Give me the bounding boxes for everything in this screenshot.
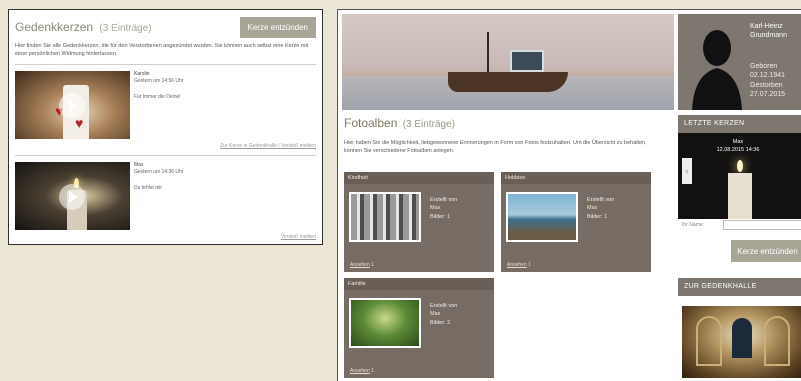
hall-header[interactable]: ZUR GEDENKHALLE <box>678 278 801 296</box>
candle-message: Du fehlst mir <box>134 184 163 191</box>
last-candle-time: 12.08.2015 14:36 <box>716 147 760 153</box>
candle-details: Karolin Gestern um 14:56 Uhr Für immer d… <box>130 71 183 139</box>
name-label: Ihr Name: <box>682 222 704 228</box>
candle-video-thumbnail[interactable]: ♥ ♥ <box>15 71 130 140</box>
album-footer: Ansehen 1 <box>350 262 374 268</box>
deceased-first-name: Karl-Heinz <box>750 23 783 30</box>
last-candle-slide[interactable]: Max 12.08.2015 14:36 <box>678 133 801 219</box>
born-label: Geboren <box>750 63 778 70</box>
album-author[interactable]: Max <box>430 310 457 318</box>
divider <box>15 155 316 157</box>
report-link[interactable]: Verstoß melden <box>281 143 316 149</box>
last-candle-author: Max <box>732 139 744 145</box>
died-date: 27.07.2015 <box>750 91 786 99</box>
boat-cabin <box>510 50 544 72</box>
album-footer: Ansehen 1 <box>507 262 531 268</box>
album-cover-image[interactable] <box>349 192 421 242</box>
albums-title: Fotoalben (3 Einträge) <box>344 116 455 130</box>
chevron-left-icon[interactable]: ‹ <box>682 158 692 184</box>
candle-message: Für immer die Deine! <box>134 93 181 100</box>
hall-arch <box>764 316 790 366</box>
album-title: Kindheit <box>344 172 494 184</box>
candle-entry: ♥ ♥ Karolin Gestern um 14:56 Uhr Für imm… <box>15 71 316 140</box>
report-link[interactable]: Verstoß melden <box>281 234 316 240</box>
album-title: Hobbies <box>501 172 651 184</box>
name-input[interactable] <box>723 220 801 230</box>
gallery-link[interactable]: Zur Kerze in Gedenkhalle <box>220 143 277 149</box>
pics-label: Bilder: <box>430 319 446 326</box>
deceased-last-name: Grundmann <box>750 32 787 40</box>
pics-count: 1 <box>447 213 451 220</box>
album-card[interactable]: Familie Erstellt von Max Bilder: 2 Anseh… <box>344 278 494 378</box>
albums-count: (3 Einträge) <box>402 119 455 130</box>
hall-door <box>732 318 752 358</box>
view-count: 1 <box>528 262 531 268</box>
view-link[interactable]: Ansehen <box>507 262 527 268</box>
pics-count: 1 <box>604 213 608 220</box>
album-cover-image[interactable] <box>349 298 421 348</box>
hall-box: ZUR GEDENKHALLE <box>678 278 801 296</box>
life-dates: Geboren 02.12.1941 Gestorben 27.07.2015 <box>750 62 785 100</box>
candle-time: Gestern um 14:36 Uhr <box>134 169 184 176</box>
last-candles-header: LETZTE KERZEN <box>678 115 801 133</box>
pics-label: Bilder: <box>587 213 603 220</box>
died-label: Gestorben <box>750 81 783 89</box>
view-count: 1 <box>371 262 374 268</box>
candle-image <box>728 173 752 219</box>
pics-count: 2 <box>447 319 451 326</box>
hall-arch <box>696 316 722 366</box>
candles-title: Gedenkkerzen (3 Einträge) <box>15 20 152 34</box>
candles-title-text: Gedenkkerzen <box>15 20 94 34</box>
albums-intro: Hier haben Sie die Möglichkeit, liebgewo… <box>344 140 647 154</box>
memorial-page: Karl-Heinz Grundmann Geboren 02.12.1941 … <box>337 9 801 381</box>
album-card[interactable]: Kindheit Erstellt von Max Bilder: 1 Anse… <box>344 172 494 272</box>
album-cover-image[interactable] <box>506 192 578 242</box>
album-meta: Erstellt von Max Bilder: 2 <box>430 302 457 327</box>
candle-links: Zur Kerze in Gedenkhalle | Verstoß melde… <box>15 143 316 149</box>
candle-entry: Max Gestern um 14:36 Uhr Du fehlst mir <box>15 162 316 231</box>
avatar-silhouette-icon <box>692 30 742 110</box>
view-count: 1 <box>371 368 374 374</box>
candles-header: Gedenkkerzen (3 Einträge) Kerze entzünde… <box>15 15 316 39</box>
boat-mast <box>487 32 489 74</box>
album-author[interactable]: Max <box>587 204 614 212</box>
last-candles-box: LETZTE KERZEN <box>678 115 801 133</box>
view-link[interactable]: Ansehen <box>350 368 370 374</box>
link-separator: | <box>278 143 280 150</box>
divider <box>15 64 316 66</box>
view-link[interactable]: Ansehen <box>350 262 370 268</box>
album-meta: Erstellt von Max Bilder: 1 <box>430 196 457 221</box>
candles-panel: Gedenkkerzen (3 Einträge) Kerze entzünde… <box>8 9 323 245</box>
candle-video-thumbnail[interactable] <box>15 162 130 231</box>
pics-label: Bilder: <box>430 213 446 220</box>
album-footer: Ansehen 1 <box>350 368 374 374</box>
candle-author: Karolin <box>134 71 150 78</box>
candle-details: Max Gestern um 14:36 Uhr Du fehlst mir <box>130 162 183 230</box>
albums-title-text: Fotoalben <box>344 116 398 130</box>
created-label: Erstellt von <box>587 197 615 203</box>
candle-time: Gestern um 14:56 Uhr <box>134 78 184 85</box>
born-date: 02.12.1941 <box>750 72 786 80</box>
boat-hull <box>448 72 568 92</box>
flame-icon <box>737 160 743 172</box>
album-card[interactable]: Hobbies Erstellt von Max Bilder: 1 Anseh… <box>501 172 651 272</box>
album-author[interactable]: Max <box>430 204 457 212</box>
album-meta: Erstellt von Max Bilder: 1 <box>587 196 614 221</box>
header-image <box>342 14 674 110</box>
album-title: Familie <box>344 278 494 290</box>
hall-image[interactable] <box>682 306 801 378</box>
created-label: Erstellt von <box>430 197 458 203</box>
candles-count: (3 Einträge) <box>99 23 152 34</box>
sidebar-light-candle-button[interactable]: Kerze entzünden <box>731 240 801 262</box>
light-candle-button[interactable]: Kerze entzünden <box>239 16 316 38</box>
created-label: Erstellt von <box>430 303 458 309</box>
candle-links: Verstoß melden <box>15 234 316 240</box>
profile-card: Karl-Heinz Grundmann Geboren 02.12.1941 … <box>678 14 801 110</box>
candle-author: Max <box>134 162 144 169</box>
deceased-name: Karl-Heinz Grundmann <box>750 22 787 40</box>
candles-intro: Hier finden Sie alle Gedenkkerzen, die f… <box>15 43 309 57</box>
